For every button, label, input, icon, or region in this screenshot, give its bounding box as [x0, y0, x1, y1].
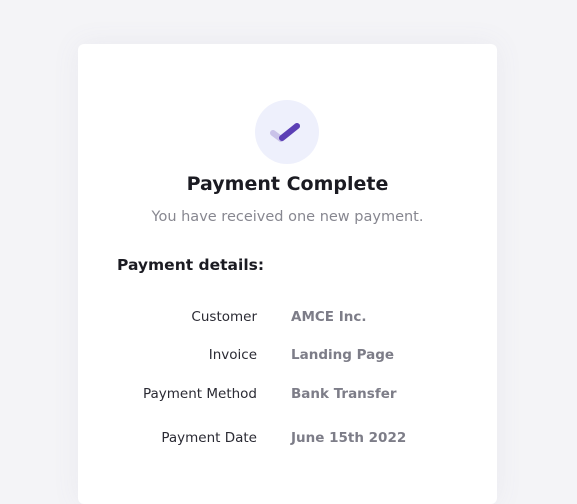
detail-label: Payment Method	[142, 386, 257, 402]
check-icon	[270, 123, 300, 142]
detail-label: Customer	[191, 309, 257, 325]
payment-complete-card: Payment Complete You have received one n…	[78, 44, 497, 504]
success-badge	[255, 100, 319, 164]
detail-value: June 15th 2022	[291, 430, 407, 446]
detail-value: Landing Page	[291, 347, 395, 363]
page-title: Payment Complete	[186, 173, 389, 195]
confirmation-message: You have received one new payment.	[151, 209, 424, 225]
detail-value: Bank Transfer	[291, 386, 397, 402]
detail-value: AMCE Inc.	[291, 309, 367, 325]
details-heading: Payment details:	[117, 256, 265, 274]
detail-label: Payment Date	[161, 430, 257, 446]
detail-label: Invoice	[208, 347, 257, 363]
